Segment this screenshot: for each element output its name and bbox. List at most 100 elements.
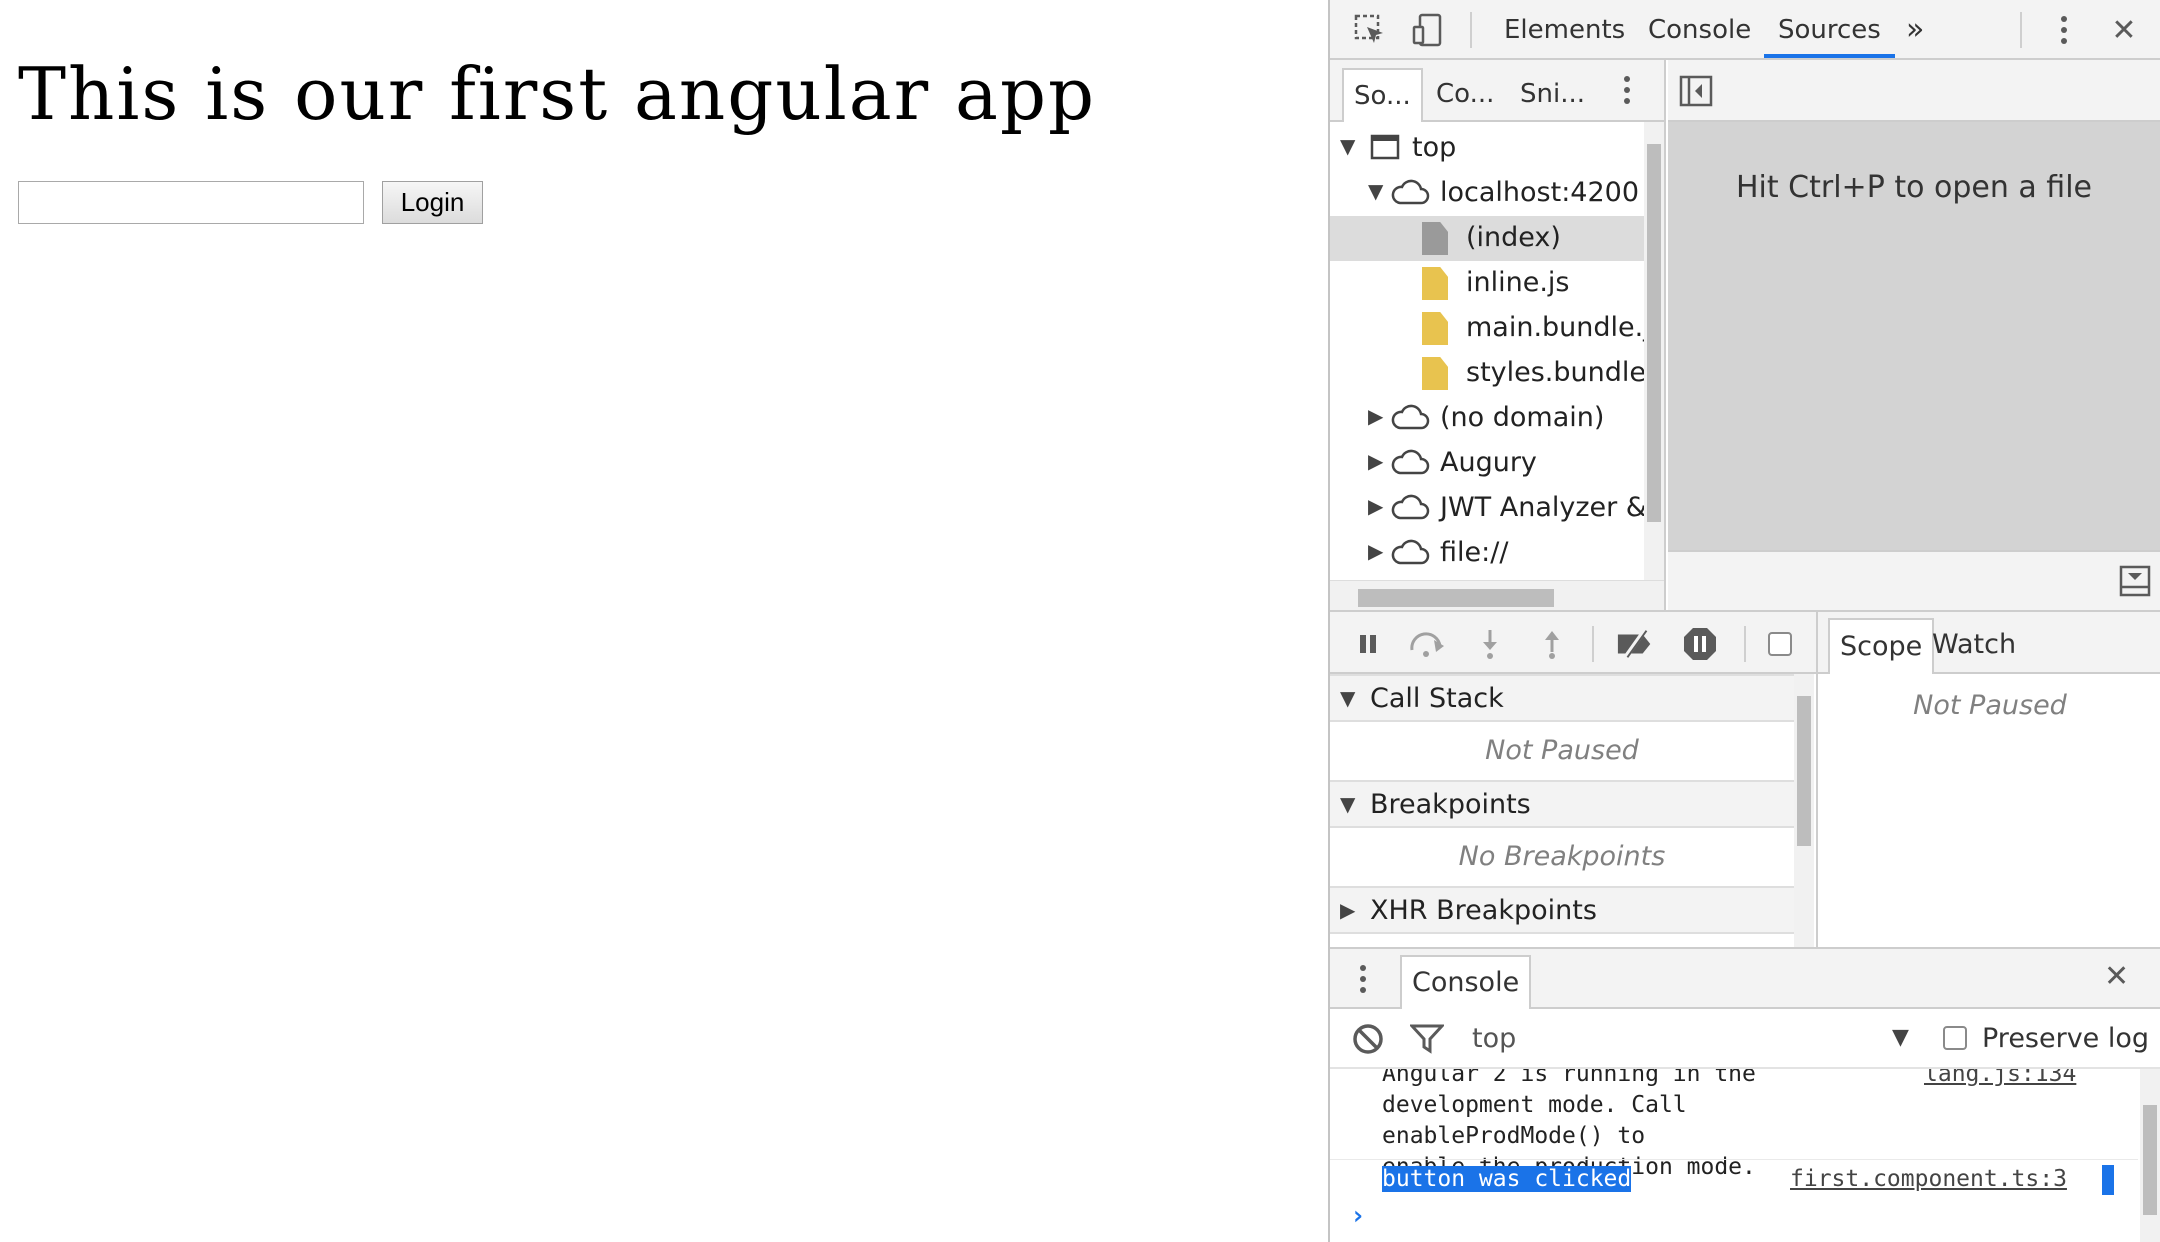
script-file-icon: [1422, 357, 1448, 390]
pause-icon[interactable]: [1348, 624, 1388, 664]
cloud-icon: [1390, 177, 1430, 214]
login-button[interactable]: Login: [382, 181, 483, 224]
close-drawer-icon[interactable]: ✕: [2104, 959, 2129, 994]
tab-console[interactable]: Console: [1634, 0, 1765, 58]
console-message-text: button was clicked: [1382, 1164, 1632, 1195]
scope-tabs: Scope Watch: [1818, 612, 2160, 674]
navigator-horizontal-scrollbar[interactable]: [1330, 580, 1664, 610]
pause-on-caught-checkbox[interactable]: [1760, 624, 1800, 664]
tree-item-top[interactable]: ▼ top: [1330, 126, 1644, 171]
toggle-navigator-icon[interactable]: [1678, 74, 1714, 112]
devtools-toolbar: Elements Console Sources » ✕: [1330, 0, 2160, 60]
tab-scope[interactable]: Scope: [1828, 618, 1935, 674]
scrollbar-thumb[interactable]: [1797, 696, 1811, 846]
scrollbar-thumb[interactable]: [1647, 144, 1661, 522]
tree-item-index[interactable]: (index): [1330, 216, 1644, 261]
tree-item-localhost[interactable]: ▼ localhost:4200: [1330, 171, 1644, 216]
tab-content-scripts[interactable]: Co...: [1426, 68, 1504, 122]
step-over-icon[interactable]: [1408, 624, 1448, 664]
context-dropdown-icon[interactable]: ▼: [1892, 1025, 1909, 1050]
tree-item-augury[interactable]: ▶ Augury: [1330, 441, 1644, 486]
script-file-icon: [1422, 267, 1448, 300]
navigator-vertical-scrollbar[interactable]: [1644, 122, 1664, 580]
inspect-element-icon[interactable]: [1350, 10, 1390, 50]
tab-drawer-console[interactable]: Console: [1400, 955, 1532, 1009]
toolbar-separator: [1744, 626, 1746, 662]
file-tree: ▼ top ▼ localhost:4200 (index) inline.js: [1330, 122, 1644, 582]
console-toolbar: top ▼ Preserve log: [1330, 1009, 2160, 1069]
sources-navigator: So... Co... Sni... ▼ top ▼ localhost:420…: [1330, 60, 1666, 610]
preserve-log-checkbox[interactable]: [1942, 1025, 1968, 1055]
expanded-arrow-icon: ▼: [1340, 792, 1356, 816]
step-into-icon[interactable]: [1470, 624, 1510, 664]
xhr-breakpoints-header[interactable]: ▶ XHR Breakpoints: [1330, 886, 1794, 934]
console-vertical-scrollbar[interactable]: [2140, 1069, 2160, 1242]
collapsed-arrow-icon: ▶: [1368, 539, 1384, 563]
debugger-vertical-scrollbar[interactable]: [1794, 674, 1814, 947]
message-divider: [1330, 1159, 2138, 1160]
tab-sources-navigator[interactable]: So...: [1342, 68, 1423, 122]
editor-toolbar: [1668, 60, 2160, 122]
tree-item-label: main.bundle.js: [1466, 312, 1644, 343]
device-toolbar-icon[interactable]: [1408, 10, 1448, 50]
more-vertical-icon[interactable]: [2044, 10, 2084, 50]
call-stack-header[interactable]: ▼ Call Stack: [1330, 674, 1794, 722]
cloud-icon: [1390, 447, 1430, 484]
context-selector[interactable]: top: [1472, 1023, 1516, 1054]
step-out-icon[interactable]: [1532, 624, 1572, 664]
tree-item-label: top: [1412, 132, 1457, 163]
tree-item-label: inline.js: [1466, 267, 1570, 298]
clear-console-icon[interactable]: [1352, 1023, 1384, 1059]
scrollbar-thumb[interactable]: [2143, 1105, 2157, 1215]
drawer-menu-icon[interactable]: [1358, 963, 1368, 999]
message-source-link[interactable]: first.component.ts:3: [1790, 1164, 2067, 1195]
pause-on-exceptions-icon[interactable]: [1680, 624, 1720, 664]
tree-item-label: styles.bundle.js: [1466, 357, 1644, 388]
source-editor: Hit Ctrl+P to open a file: [1668, 60, 2160, 610]
navigator-tabs: So... Co... Sni...: [1330, 60, 1664, 122]
breakpoints-header[interactable]: ▼ Breakpoints: [1330, 780, 1794, 828]
open-file-hint: Hit Ctrl+P to open a file: [1735, 170, 2092, 205]
script-file-icon: [1422, 312, 1448, 345]
close-devtools-icon[interactable]: ✕: [2104, 10, 2144, 50]
call-stack-body: Not Paused: [1485, 735, 1639, 766]
filter-icon[interactable]: [1408, 1023, 1446, 1059]
tab-watch[interactable]: Watch: [1922, 618, 2026, 674]
expanded-arrow-icon: ▼: [1368, 179, 1384, 203]
console-prompt[interactable]: ›: [1350, 1201, 1366, 1231]
pane-title-label: Breakpoints: [1370, 789, 1531, 820]
tree-item-main-bundle[interactable]: main.bundle.js: [1330, 306, 1644, 351]
debugger-sidebar: ▼ Call Stack Not Paused ▼ Breakpoints No…: [1330, 610, 2160, 947]
scrollbar-thumb[interactable]: [1358, 589, 1554, 607]
selection-caret: [2102, 1165, 2114, 1195]
tree-item-label: (no domain): [1440, 402, 1605, 433]
tree-item-jwt-analyzer[interactable]: ▶ JWT Analyzer & I: [1330, 486, 1644, 531]
drawer-tabs: Console ✕: [1330, 949, 2160, 1009]
scope-watch-pane: Scope Watch Not Paused: [1816, 612, 2160, 947]
deactivate-breakpoints-icon[interactable]: [1616, 624, 1656, 664]
tab-elements[interactable]: Elements: [1490, 0, 1639, 58]
file-icon: [1422, 222, 1448, 255]
tree-item-no-domain[interactable]: ▶ (no domain): [1330, 396, 1644, 441]
pane-title-label: XHR Breakpoints: [1370, 895, 1597, 926]
cloud-icon: [1390, 492, 1430, 529]
navigator-menu-icon[interactable]: [1622, 74, 1632, 110]
collapsed-arrow-icon: ▶: [1368, 449, 1384, 473]
tree-item-styles-bundle[interactable]: styles.bundle.js: [1330, 351, 1644, 396]
selected-text: button was clicked: [1382, 1166, 1632, 1192]
tree-item-label: JWT Analyzer & I: [1440, 492, 1644, 523]
tree-item-label: localhost:4200: [1440, 177, 1640, 208]
more-tabs-button[interactable]: »: [1892, 0, 1938, 58]
frame-icon: [1370, 132, 1400, 169]
toggle-debugger-icon[interactable]: [2118, 564, 2152, 602]
tab-sources[interactable]: Sources: [1764, 0, 1895, 58]
collapsed-arrow-icon: ▶: [1368, 494, 1384, 518]
tree-item-inline-js[interactable]: inline.js: [1330, 261, 1644, 306]
login-input[interactable]: [18, 181, 364, 224]
tab-snippets[interactable]: Sni...: [1510, 68, 1595, 122]
collapsed-arrow-icon: ▶: [1368, 404, 1384, 428]
tree-item-file[interactable]: ▶ file://: [1330, 531, 1644, 576]
pane-title-label: Call Stack: [1370, 683, 1504, 714]
message-source-link[interactable]: lang.js:134: [1924, 1069, 2076, 1090]
cloud-icon: [1390, 537, 1430, 574]
